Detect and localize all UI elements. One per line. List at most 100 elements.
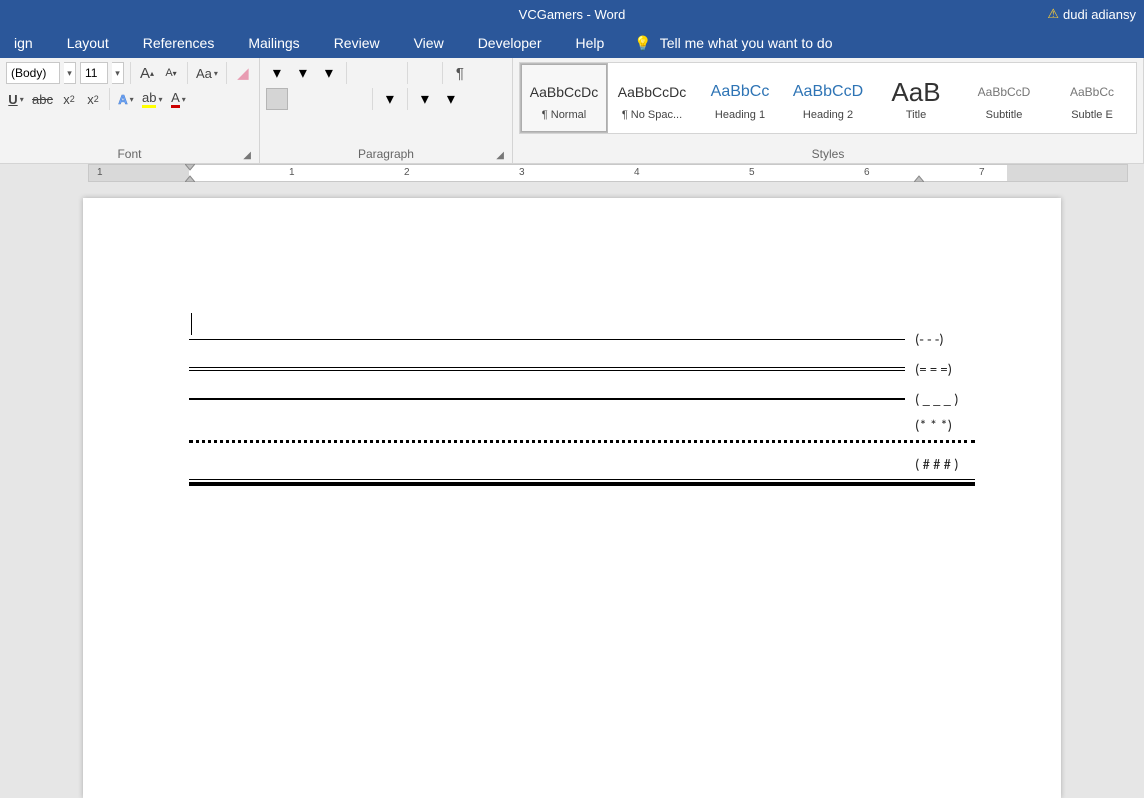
tab-references[interactable]: References (135, 35, 223, 51)
border-label: ( # # # ) (915, 455, 975, 473)
divider (442, 62, 443, 84)
font-dialog-launcher[interactable]: ◢ (243, 150, 251, 161)
style-item-title[interactable]: AaBTitle (872, 63, 960, 133)
eraser-icon: ◢ (237, 64, 249, 82)
border-sample-row: ( _ _ _ ) (189, 390, 975, 408)
font-size-dropdown[interactable]: ▾ (112, 62, 124, 84)
increase-indent-button[interactable] (379, 62, 401, 84)
first-line-indent[interactable] (185, 164, 195, 172)
border-sample-row (189, 440, 975, 443)
document-page[interactable]: (- - -) (= = =) ( _ _ _ ) (* * *) ( # # # ) (83, 198, 1061, 798)
group-label-styles: Styles (812, 147, 845, 161)
divider (130, 62, 131, 84)
font-name-combo[interactable]: (Body) (6, 62, 60, 84)
style-item-heading-2[interactable]: AaBbCcDHeading 2 (784, 63, 872, 133)
border-label: (- - -) (915, 330, 975, 348)
divider (187, 62, 188, 84)
border-line (189, 339, 905, 340)
subscript-button[interactable]: x2 (59, 88, 79, 110)
text-cursor (191, 313, 192, 335)
numbering-button[interactable]: 123▾ (292, 62, 314, 84)
tab-design[interactable]: ign (6, 35, 41, 51)
underline-button[interactable]: U▾ (6, 88, 26, 110)
highlight-color-button[interactable]: ab▾ (140, 88, 164, 110)
style-preview: AaBbCcD (793, 75, 863, 109)
ruler-mark: 4 (634, 167, 640, 178)
style-item-heading-1[interactable]: AaBbCcHeading 1 (696, 63, 784, 133)
style-item--no-spac-[interactable]: AaBbCcDc¶ No Spac... (608, 63, 696, 133)
style-name: Title (906, 109, 926, 121)
border-sample-row: (- - -) (189, 330, 975, 348)
pilcrow-icon: ¶ (456, 65, 464, 82)
style-name: ¶ No Spac... (622, 109, 682, 121)
style-name: Subtitle (986, 109, 1023, 121)
divider (109, 88, 110, 110)
document-area: (- - -) (= = =) ( _ _ _ ) (* * *) ( # # # ) (0, 186, 1144, 798)
group-font: (Body) ▾ 11 ▾ A▴ A▾ Aa▾ ◢ U▾ abc x2 x2 A… (0, 58, 260, 163)
app-title: VCGamers - Word (519, 7, 626, 22)
ribbon-tabs: ign Layout References Mailings Review Vi… (0, 28, 1144, 58)
style-item--normal[interactable]: AaBbCcDc¶ Normal (520, 63, 608, 133)
font-size-combo[interactable]: 11 (80, 62, 108, 84)
bullets-button[interactable]: ▾ (266, 62, 288, 84)
clear-formatting-button[interactable]: ◢ (233, 62, 253, 84)
style-name: Subtle E (1071, 109, 1113, 121)
sort-button[interactable]: AZ (414, 62, 436, 84)
ruler-mark: 7 (979, 167, 985, 178)
style-preview: AaBbCcD (978, 75, 1031, 109)
tab-mailings[interactable]: Mailings (240, 35, 307, 51)
font-name-dropdown[interactable]: ▾ (64, 62, 76, 84)
superscript-button[interactable]: x2 (83, 88, 103, 110)
title-bar: VCGamers - Word ⚠ dudi adiansy (0, 0, 1144, 28)
align-center-button[interactable] (292, 88, 314, 110)
decrease-indent-button[interactable] (353, 62, 375, 84)
ruler-mark: 6 (864, 167, 870, 178)
align-right-button[interactable] (318, 88, 340, 110)
border-label: ( _ _ _ ) (915, 390, 975, 408)
ruler-mark: 2 (404, 167, 410, 178)
tab-layout[interactable]: Layout (59, 35, 117, 51)
tab-help[interactable]: Help (568, 35, 613, 51)
ribbon: (Body) ▾ 11 ▾ A▴ A▾ Aa▾ ◢ U▾ abc x2 x2 A… (0, 58, 1144, 164)
align-left-button[interactable] (266, 88, 288, 110)
line-spacing-button[interactable]: ▾ (379, 88, 401, 110)
change-case-button[interactable]: Aa▾ (194, 62, 220, 84)
borders-button[interactable]: ▾ (440, 88, 462, 110)
tab-view[interactable]: View (406, 35, 452, 51)
border-line (189, 398, 905, 400)
border-line (189, 479, 975, 486)
justify-button[interactable] (344, 88, 366, 110)
show-marks-button[interactable]: ¶ (449, 62, 471, 84)
text-effects-button[interactable]: A▾ (116, 88, 136, 110)
divider (372, 88, 373, 110)
shrink-font-button[interactable]: A▾ (161, 62, 181, 84)
border-label: (* * *) (915, 416, 975, 434)
styles-gallery[interactable]: AaBbCcDc¶ NormalAaBbCcDc¶ No Spac...AaBb… (519, 62, 1137, 134)
group-label-font: Font (117, 147, 141, 161)
tab-review[interactable]: Review (326, 35, 388, 51)
style-preview: AaBbCcDc (618, 75, 686, 109)
strikethrough-button[interactable]: abc (30, 88, 55, 110)
tell-me[interactable]: 💡 Tell me what you want to do (634, 35, 832, 52)
divider (407, 88, 408, 110)
style-name: Heading 1 (715, 109, 765, 121)
user-name: dudi adiansy (1063, 7, 1136, 22)
divider (226, 62, 227, 84)
style-preview: AaBbCc (1070, 75, 1114, 109)
paragraph-dialog-launcher[interactable]: ◢ (496, 150, 504, 161)
divider (346, 62, 347, 84)
multilevel-list-button[interactable]: ▾ (318, 62, 340, 84)
lightbulb-icon: 💡 (634, 35, 651, 52)
border-label: (= = =) (915, 360, 975, 378)
tab-developer[interactable]: Developer (470, 35, 550, 51)
ruler-mark: 3 (519, 167, 525, 178)
right-indent[interactable] (914, 164, 924, 172)
font-color-button[interactable]: A▾ (168, 88, 188, 110)
horizontal-ruler[interactable]: 1 1 2 3 4 5 6 7 (88, 164, 1128, 182)
user-account[interactable]: ⚠ dudi adiansy (1047, 6, 1136, 22)
grow-font-button[interactable]: A▴ (137, 62, 157, 84)
ruler-mark: 1 (97, 167, 103, 178)
style-item-subtitle[interactable]: AaBbCcDSubtitle (960, 63, 1048, 133)
style-item-subtle-e[interactable]: AaBbCcSubtle E (1048, 63, 1136, 133)
shading-button[interactable]: ▾ (414, 88, 436, 110)
